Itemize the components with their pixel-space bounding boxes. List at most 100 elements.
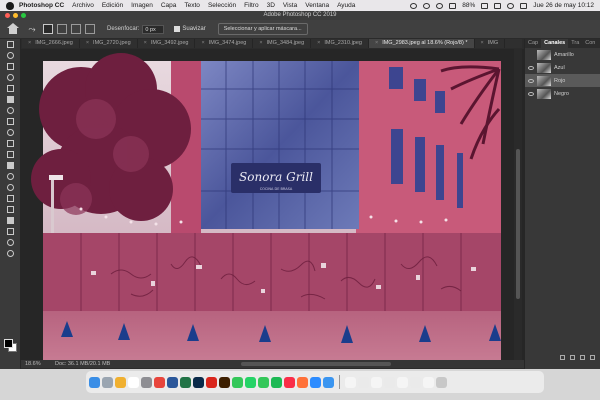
visibility-eye-icon[interactable]	[528, 65, 534, 70]
excel-icon[interactable]	[180, 376, 191, 388]
battery-percent[interactable]: 88%	[462, 2, 475, 9]
quick-select-tool-icon[interactable]	[0, 72, 20, 83]
dodge-tool-icon[interactable]	[0, 182, 20, 193]
document-icon[interactable]	[371, 376, 382, 388]
visibility-eye-icon[interactable]	[528, 91, 534, 96]
lasso-tool-icon[interactable]: ⤳	[25, 23, 39, 35]
apple-menu-icon[interactable]	[6, 1, 14, 10]
battery-icon[interactable]	[481, 2, 489, 9]
channel-row[interactable]: Rojo	[525, 74, 600, 87]
menu-seleccion[interactable]: Selección	[208, 2, 236, 9]
intersect-selection-icon[interactable]	[85, 24, 95, 34]
horizontal-scroll-thumb[interactable]	[241, 362, 391, 366]
status-icon[interactable]	[410, 2, 418, 9]
delete-channel-icon[interactable]	[590, 355, 595, 360]
zoom-window-button[interactable]	[21, 13, 26, 18]
chrome-icon[interactable]	[154, 376, 165, 388]
document-icon[interactable]	[345, 376, 356, 388]
rectangle-tool-icon[interactable]	[0, 226, 20, 237]
gradient-tool-icon[interactable]	[0, 160, 20, 171]
anti-alias-checkbox[interactable]	[174, 26, 181, 32]
document-tab[interactable]: × IMG_3492.jpeg	[138, 39, 196, 48]
visibility-eye-icon[interactable]	[528, 53, 534, 57]
type-tool-icon[interactable]	[0, 204, 20, 215]
close-tab-icon[interactable]: ×	[144, 40, 147, 46]
menu-3d[interactable]: 3D	[267, 2, 275, 9]
channel-row[interactable]: Amarillo	[525, 48, 600, 61]
vertical-scroll-thumb[interactable]	[516, 149, 520, 299]
illustrator-icon[interactable]	[219, 376, 230, 388]
zoom-icon[interactable]	[310, 376, 321, 388]
status-icon[interactable]	[436, 2, 444, 9]
menu-vista[interactable]: Vista	[283, 2, 297, 9]
spotify-icon[interactable]	[271, 376, 282, 388]
document-icon[interactable]	[358, 376, 369, 388]
clock[interactable]: Jue 26 de may 10:12	[533, 2, 594, 9]
document-canvas[interactable]: Sonora Grill COCINA DE BRASA	[21, 49, 524, 361]
panel-tab[interactable]: Canales	[541, 39, 569, 48]
menu-archivo[interactable]: Archivo	[72, 2, 94, 9]
menu-filtro[interactable]: Filtro	[244, 2, 258, 9]
zoom-tool-icon[interactable]	[0, 248, 20, 259]
document-tab[interactable]: × IMG_2310.jpeg	[311, 39, 369, 48]
save-selection-icon[interactable]	[570, 355, 575, 360]
whatsapp-icon[interactable]	[245, 376, 256, 388]
panel-tab[interactable]: Tra	[568, 39, 582, 48]
document-size[interactable]: Doc: 36.1 MB/20.1 MB	[55, 361, 110, 367]
close-tab-icon[interactable]: ×	[375, 40, 378, 46]
document-tab[interactable]: × IMG_3484.jpeg	[253, 39, 312, 48]
pen-tool-icon[interactable]	[0, 193, 20, 204]
new-selection-icon[interactable]	[43, 24, 53, 34]
lasso-tool-icon[interactable]	[0, 61, 20, 72]
document-tab[interactable]: × IMG	[475, 39, 506, 48]
menu-capa[interactable]: Capa	[161, 2, 177, 9]
messages-icon[interactable]	[258, 376, 269, 388]
home-icon[interactable]	[7, 23, 19, 35]
menu-ventana[interactable]: Ventana	[305, 2, 329, 9]
close-tab-icon[interactable]: ×	[259, 40, 262, 46]
menu-ayuda[interactable]: Ayuda	[337, 2, 355, 9]
wifi-icon[interactable]	[449, 2, 457, 9]
document-tab[interactable]: × IMG_2720.jpeg	[80, 39, 138, 48]
word-icon[interactable]	[167, 376, 178, 388]
load-selection-icon[interactable]	[560, 355, 565, 360]
acrobat-icon[interactable]	[206, 376, 217, 388]
close-window-button[interactable]	[5, 13, 10, 18]
eraser-tool-icon[interactable]	[0, 149, 20, 160]
vertical-scrollbar[interactable]	[514, 49, 522, 361]
blur-tool-icon[interactable]	[0, 171, 20, 182]
facetime-icon[interactable]	[232, 376, 243, 388]
marquee-tool-icon[interactable]	[0, 50, 20, 61]
history-brush-tool-icon[interactable]	[0, 138, 20, 149]
close-tab-icon[interactable]: ×	[201, 40, 204, 46]
settings-icon[interactable]	[141, 376, 152, 388]
channel-row[interactable]: Negro	[525, 87, 600, 100]
document-tab[interactable]: × IMG_3474.jpeg	[195, 39, 254, 48]
foreground-color-swatch[interactable]	[4, 339, 13, 348]
panel-tab[interactable]: Cap	[525, 39, 541, 48]
document-icon[interactable]	[384, 376, 395, 388]
move-tool-icon[interactable]	[0, 39, 20, 50]
mail-icon[interactable]	[323, 376, 334, 388]
firefox-icon[interactable]	[297, 376, 308, 388]
close-tab-icon[interactable]: ×	[317, 40, 320, 46]
select-and-mask-button[interactable]: Seleccionar y aplicar máscara...	[217, 23, 308, 35]
document-tab[interactable]: × IMG_2983.jpeg al 18.6% (Rojo/8) *	[368, 39, 475, 48]
document-icon[interactable]	[423, 376, 434, 388]
control-center-icon[interactable]	[520, 2, 528, 9]
feather-input[interactable]: 0 px	[142, 24, 165, 34]
new-channel-icon[interactable]	[580, 355, 585, 360]
photo-canvas[interactable]: Sonora Grill COCINA DE BRASA	[21, 49, 524, 361]
panel-tab[interactable]: Con	[582, 39, 598, 48]
channel-row[interactable]: Azul	[525, 61, 600, 74]
menu-texto[interactable]: Texto	[184, 2, 200, 9]
crop-tool-icon[interactable]	[0, 83, 20, 94]
document-tab[interactable]: × IMG_2666.jpeg	[22, 39, 80, 48]
menu-imagen[interactable]: Imagen	[131, 2, 153, 9]
healing-tool-icon[interactable]	[0, 105, 20, 116]
photos-icon[interactable]	[115, 376, 126, 388]
zoom-level[interactable]: 18.6%	[25, 361, 49, 367]
close-tab-icon[interactable]: ×	[28, 40, 31, 46]
add-to-selection-icon[interactable]	[57, 24, 67, 34]
close-tab-icon[interactable]: ×	[481, 40, 484, 46]
